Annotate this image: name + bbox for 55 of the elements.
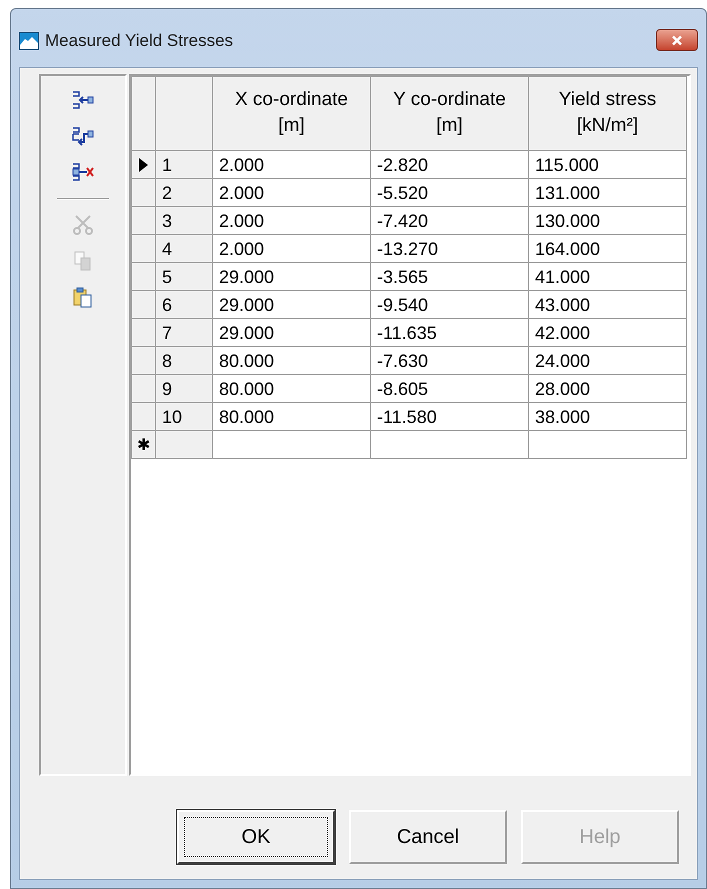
table-cell[interactable]: 80.000 [212, 346, 370, 374]
row-number: 10 [156, 402, 212, 430]
delete-row-icon [71, 162, 95, 184]
new-row-marker: ✱ [137, 437, 150, 454]
table-cell[interactable]: 42.000 [528, 318, 686, 346]
row-number: 5 [156, 262, 212, 290]
app-icon [19, 32, 39, 50]
table-cell[interactable]: 29.000 [212, 262, 370, 290]
table-cell[interactable]: 130.000 [528, 206, 686, 234]
table-cell[interactable]: -8.605 [370, 374, 528, 402]
table-cell[interactable]: 164.000 [528, 234, 686, 262]
column-header[interactable]: X co-ordinate [m] [212, 76, 370, 150]
table-cell[interactable]: 24.000 [528, 346, 686, 374]
row-number: 7 [156, 318, 212, 346]
table-cell[interactable]: 43.000 [528, 290, 686, 318]
table-cell[interactable]: -7.630 [370, 346, 528, 374]
table-cell[interactable]: -7.420 [370, 206, 528, 234]
table-cell[interactable]: 2.000 [212, 178, 370, 206]
table-cell[interactable]: 29.000 [212, 290, 370, 318]
close-icon [671, 34, 683, 46]
dialog-button[interactable]: OK [177, 810, 335, 864]
table-cell[interactable]: -11.580 [370, 402, 528, 430]
add-row-icon [71, 126, 95, 148]
row-number: 8 [156, 346, 212, 374]
table-cell[interactable]: -13.270 [370, 234, 528, 262]
table-cell[interactable]: 2.000 [212, 150, 370, 178]
row-number: 6 [156, 290, 212, 318]
dialog-button[interactable]: Cancel [349, 810, 507, 864]
table-cell[interactable]: 80.000 [212, 402, 370, 430]
table-cell[interactable]: 38.000 [528, 402, 686, 430]
row-number: 1 [156, 150, 212, 178]
table-cell[interactable]: -2.820 [370, 150, 528, 178]
table-cell[interactable]: -11.635 [370, 318, 528, 346]
column-header[interactable]: Y co-ordinate [m] [370, 76, 528, 150]
table-cell[interactable]: -3.565 [370, 262, 528, 290]
table-cell[interactable]: 28.000 [528, 374, 686, 402]
row-number: 9 [156, 374, 212, 402]
row-number: 2 [156, 178, 212, 206]
table-cell[interactable]: 2.000 [212, 206, 370, 234]
table-cell[interactable]: 29.000 [212, 318, 370, 346]
row-number: 3 [156, 206, 212, 234]
table-cell[interactable]: 131.000 [528, 178, 686, 206]
table-cell[interactable]: 115.000 [528, 150, 686, 178]
window-title: Measured Yield Stresses [45, 30, 234, 52]
table-cell[interactable]: 2.000 [212, 234, 370, 262]
row-number: 4 [156, 234, 212, 262]
column-header[interactable]: Yield stress [kN/m²] [528, 76, 686, 150]
current-row-icon [139, 158, 148, 172]
table-cell[interactable]: 80.000 [212, 374, 370, 402]
scissors-icon [71, 214, 95, 236]
table-cell[interactable]: -5.520 [370, 178, 528, 206]
insert-row-icon [71, 90, 95, 112]
close-button[interactable] [656, 29, 698, 51]
table-cell[interactable]: 41.000 [528, 262, 686, 290]
table-cell[interactable]: -9.540 [370, 290, 528, 318]
